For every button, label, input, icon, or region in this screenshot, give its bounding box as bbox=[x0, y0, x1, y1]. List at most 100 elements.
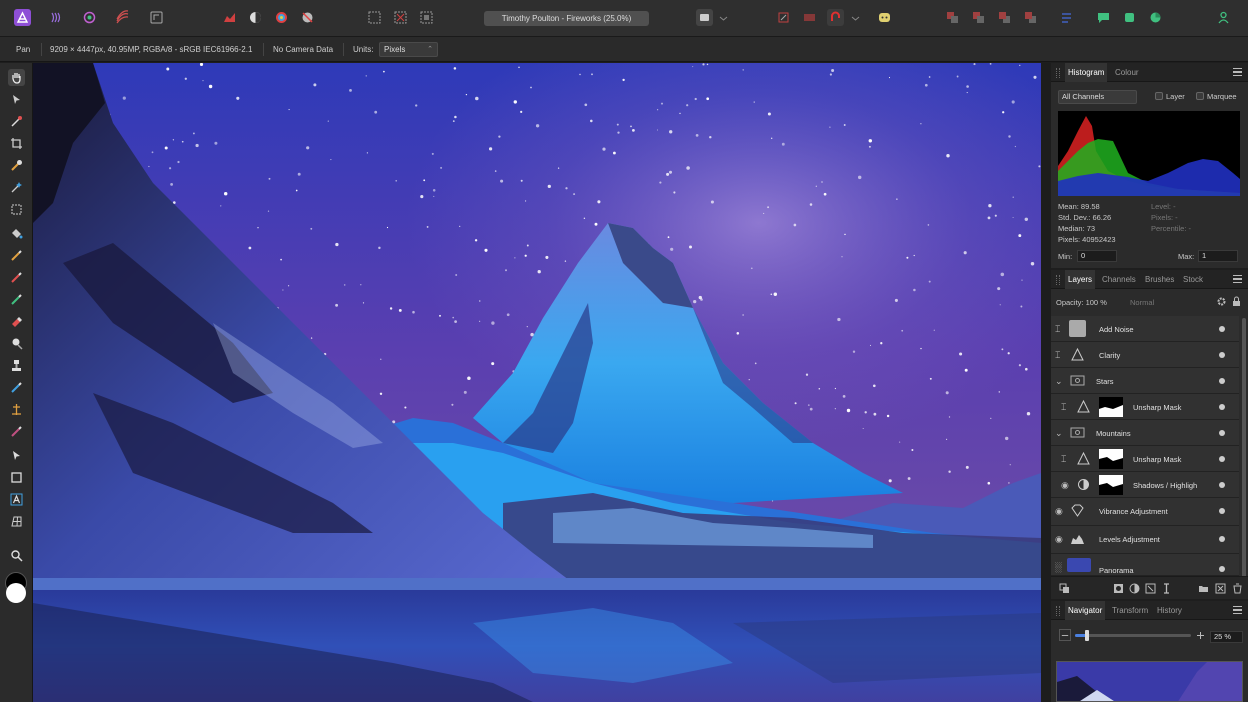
auto-levels-icon[interactable] bbox=[221, 9, 238, 26]
marquee-checkbox[interactable] bbox=[1196, 92, 1204, 100]
navigator-preview[interactable] bbox=[1056, 661, 1243, 702]
visibility-toggle[interactable] bbox=[1219, 430, 1225, 436]
liquify-persona-icon[interactable] bbox=[48, 9, 65, 26]
assistant-icon[interactable] bbox=[876, 9, 893, 26]
tab-channels[interactable]: Channels bbox=[1099, 270, 1139, 289]
tab-layers[interactable]: Layers bbox=[1065, 270, 1096, 289]
visibility-toggle[interactable] bbox=[1219, 456, 1225, 462]
mask-layer-icon[interactable] bbox=[1113, 583, 1124, 594]
hand-tool-icon[interactable] bbox=[8, 69, 25, 86]
arrange-front-icon[interactable] bbox=[1022, 9, 1039, 26]
layer-settings-gear-icon[interactable] bbox=[1216, 296, 1227, 307]
paint-brush-icon[interactable] bbox=[8, 247, 25, 264]
expand-chevron-icon[interactable]: ⌄ bbox=[1055, 376, 1063, 386]
panel-grip-icon[interactable] bbox=[1056, 275, 1060, 285]
layer-row[interactable]: ⌶ Clarity bbox=[1051, 342, 1239, 368]
quick-mask-chevron-icon[interactable] bbox=[716, 11, 731, 26]
align-icon[interactable] bbox=[1058, 9, 1075, 26]
layer-options-icon[interactable] bbox=[1059, 583, 1070, 594]
dodge-brush-icon[interactable] bbox=[8, 335, 25, 352]
visibility-toggle[interactable] bbox=[1219, 508, 1225, 514]
colour-replacement-icon[interactable] bbox=[8, 269, 25, 286]
layer-row[interactable]: ◉ Vibrance Adjustment bbox=[1051, 498, 1239, 526]
studio-panel-icon-3[interactable] bbox=[1147, 9, 1164, 26]
erase-brush-icon[interactable] bbox=[8, 313, 25, 330]
panel-grip-icon[interactable] bbox=[1056, 606, 1060, 616]
visibility-toggle[interactable] bbox=[1219, 378, 1225, 384]
arrange-forward-icon[interactable] bbox=[996, 9, 1013, 26]
tab-stock[interactable]: Stock bbox=[1180, 270, 1206, 289]
zoom-value-input[interactable]: 25 % bbox=[1210, 631, 1243, 643]
blend-mode-select[interactable]: Normal bbox=[1130, 298, 1154, 307]
add-pixel-layer-icon[interactable] bbox=[1215, 583, 1226, 594]
layers-scrollbar[interactable] bbox=[1242, 318, 1246, 578]
export-persona-icon[interactable] bbox=[148, 9, 165, 26]
rectangle-tool-icon[interactable] bbox=[8, 469, 25, 486]
visibility-toggle[interactable] bbox=[1219, 482, 1225, 488]
visibility-eye-icon[interactable]: ◉ bbox=[1061, 480, 1069, 490]
visibility-toggle[interactable] bbox=[1219, 326, 1225, 332]
tab-history[interactable]: History bbox=[1154, 601, 1185, 620]
tab-navigator[interactable]: Navigator bbox=[1065, 601, 1106, 620]
mask-toggle-icon[interactable] bbox=[801, 9, 818, 26]
document-canvas[interactable] bbox=[33, 63, 1041, 702]
red-eye-tool-icon[interactable] bbox=[8, 401, 25, 418]
tab-brushes[interactable]: Brushes bbox=[1142, 270, 1177, 289]
text-tool-icon[interactable] bbox=[8, 491, 25, 508]
zoom-out-icon[interactable] bbox=[1059, 629, 1071, 641]
panel-menu-icon[interactable] bbox=[1233, 68, 1242, 76]
layer-row[interactable]: ⌶ Unsharp Mask bbox=[1051, 394, 1239, 420]
add-group-icon[interactable] bbox=[1198, 583, 1209, 594]
crop-tool-icon[interactable] bbox=[8, 135, 25, 152]
visibility-eye-icon[interactable]: ◉ bbox=[1055, 534, 1063, 544]
snapping-icon[interactable] bbox=[827, 9, 844, 26]
invert-selection-icon[interactable] bbox=[418, 9, 435, 26]
select-all-icon[interactable] bbox=[366, 9, 383, 26]
selection-brush-icon[interactable] bbox=[8, 157, 25, 174]
layer-row[interactable]: ◉ Levels Adjustment bbox=[1051, 526, 1239, 554]
layer-row[interactable]: ⌄ Stars bbox=[1051, 368, 1239, 394]
layer-opacity[interactable]: Opacity: 100 % bbox=[1056, 298, 1107, 307]
visibility-eye-icon[interactable]: ◉ bbox=[1055, 506, 1063, 516]
layer-row[interactable]: ⌄ Mountains bbox=[1051, 420, 1239, 446]
secondary-colour-swatch[interactable] bbox=[6, 583, 26, 603]
visibility-toggle[interactable] bbox=[1219, 352, 1225, 358]
fx-icon[interactable] bbox=[1161, 583, 1172, 594]
tab-transform[interactable]: Transform bbox=[1109, 601, 1151, 620]
units-select[interactable]: Pixels bbox=[379, 42, 438, 57]
auto-white-balance-icon[interactable] bbox=[299, 9, 316, 26]
panel-menu-icon[interactable] bbox=[1233, 606, 1242, 614]
arrange-backward-icon[interactable] bbox=[970, 9, 987, 26]
layer-row[interactable]: ⌶ Add Noise bbox=[1051, 316, 1239, 342]
visibility-toggle[interactable] bbox=[1219, 566, 1225, 572]
develop-persona-icon[interactable] bbox=[81, 9, 98, 26]
snapping-chevron-icon[interactable] bbox=[848, 11, 863, 26]
delete-layer-icon[interactable] bbox=[1232, 583, 1243, 594]
tone-mapping-persona-icon[interactable] bbox=[114, 9, 131, 26]
tab-colour[interactable]: Colour bbox=[1112, 63, 1142, 82]
healing-brush-icon[interactable] bbox=[8, 379, 25, 396]
layer-checkbox[interactable] bbox=[1155, 92, 1163, 100]
flood-fill-icon[interactable] bbox=[8, 225, 25, 242]
tab-histogram[interactable]: Histogram bbox=[1065, 63, 1108, 82]
min-input[interactable]: 0 bbox=[1077, 250, 1117, 262]
brush-assistant-icon[interactable] bbox=[775, 9, 792, 26]
zoom-in-icon[interactable] bbox=[1194, 629, 1206, 641]
pen-tool-icon[interactable] bbox=[8, 447, 25, 464]
deselect-icon[interactable] bbox=[392, 9, 409, 26]
auto-colour-icon[interactable] bbox=[273, 9, 290, 26]
layer-row[interactable]: ⌶ Unsharp Mask bbox=[1051, 446, 1239, 472]
zoom-tool-icon[interactable] bbox=[8, 547, 25, 564]
panel-grip-icon[interactable] bbox=[1056, 68, 1060, 78]
user-account-icon[interactable] bbox=[1215, 9, 1232, 26]
mixer-brush-icon[interactable] bbox=[8, 291, 25, 308]
quick-mask-icon[interactable] bbox=[696, 9, 713, 26]
zoom-slider-thumb[interactable] bbox=[1085, 630, 1089, 641]
auto-contrast-icon[interactable] bbox=[247, 9, 264, 26]
move-tool-icon[interactable] bbox=[8, 91, 25, 108]
adjustment-icon[interactable] bbox=[1129, 583, 1140, 594]
photo-persona-icon[interactable] bbox=[14, 9, 31, 26]
panel-menu-icon[interactable] bbox=[1233, 275, 1242, 283]
marquee-tool-icon[interactable] bbox=[8, 201, 25, 218]
visibility-toggle[interactable] bbox=[1219, 404, 1225, 410]
